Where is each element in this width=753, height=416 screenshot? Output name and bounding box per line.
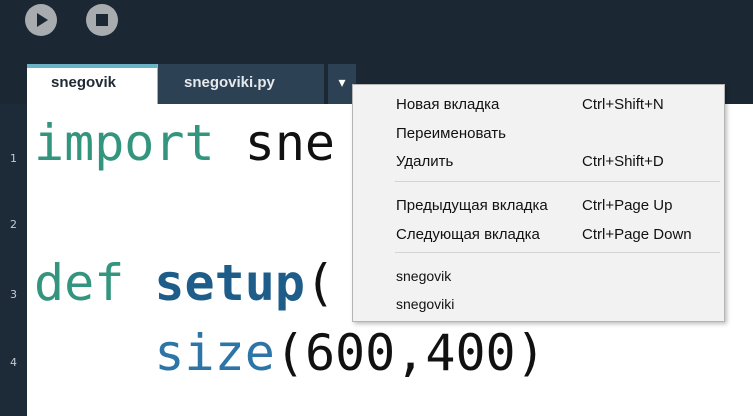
tab-label: snegoviki.py xyxy=(184,74,275,91)
menu-separator xyxy=(395,252,720,253)
tab-label: snegovik xyxy=(51,74,117,91)
tab-context-menu: Новая вкладка Ctrl+Shift+N Переименовать… xyxy=(352,84,725,322)
menu-item-label: snegoviki xyxy=(396,296,455,312)
line-number: 2 xyxy=(10,218,17,231)
line-number: 1 xyxy=(10,152,17,165)
tab-snegoviki-py[interactable]: snegoviki.py xyxy=(158,64,324,104)
menu-item-new-tab[interactable]: Новая вкладка Ctrl+Shift+N xyxy=(353,91,724,117)
menu-item-label: Переименовать xyxy=(396,125,506,142)
menu-item-shortcut: Ctrl+Shift+D xyxy=(582,153,664,170)
menu-item-tab-snegoviki[interactable]: snegoviki xyxy=(353,291,724,317)
code-text: (600,400) xyxy=(274,324,546,382)
code-line-4: size(600,400) xyxy=(34,328,545,378)
code-text: ( xyxy=(304,254,336,312)
menu-item-label: Удалить xyxy=(396,153,454,170)
menu-item-label: snegovik xyxy=(396,268,452,284)
menu-separator xyxy=(395,181,720,182)
menu-item-label: Предыдущая вкладка xyxy=(396,197,548,214)
code-builtin: size xyxy=(154,324,275,382)
menu-item-shortcut: Ctrl+Page Down xyxy=(582,226,692,243)
code-function-name: setup xyxy=(154,254,305,312)
run-button[interactable] xyxy=(25,4,57,36)
menu-item-label: Следующая вкладка xyxy=(396,226,540,243)
menu-item-delete[interactable]: Удалить Ctrl+Shift+D xyxy=(353,148,724,174)
code-line-3: def setup( xyxy=(34,258,335,308)
line-number: 4 xyxy=(10,356,17,369)
code-keyword: def xyxy=(34,254,125,312)
menu-item-tab-snegovik[interactable]: snegovik xyxy=(353,263,724,289)
menu-item-shortcut: Ctrl+Shift+N xyxy=(582,96,664,113)
code-text: sne xyxy=(214,114,336,172)
line-number-gutter: 1 2 3 4 xyxy=(0,104,27,416)
chevron-down-icon: ▾ xyxy=(338,75,346,91)
menu-item-shortcut: Ctrl+Page Up xyxy=(582,197,673,214)
menu-item-previous-tab[interactable]: Предыдущая вкладка Ctrl+Page Up xyxy=(353,192,724,218)
stop-button[interactable] xyxy=(86,4,118,36)
play-icon xyxy=(37,13,48,27)
menu-item-label: Новая вкладка xyxy=(396,96,500,113)
menu-item-next-tab[interactable]: Следующая вкладка Ctrl+Page Down xyxy=(353,221,724,247)
menu-item-rename[interactable]: Переименовать xyxy=(353,120,724,146)
tab-snegovik[interactable]: snegovik xyxy=(27,64,157,104)
line-number: 3 xyxy=(10,288,17,301)
stop-icon xyxy=(96,14,108,26)
code-line-1: import sne xyxy=(34,118,335,168)
code-keyword: import xyxy=(34,114,215,172)
